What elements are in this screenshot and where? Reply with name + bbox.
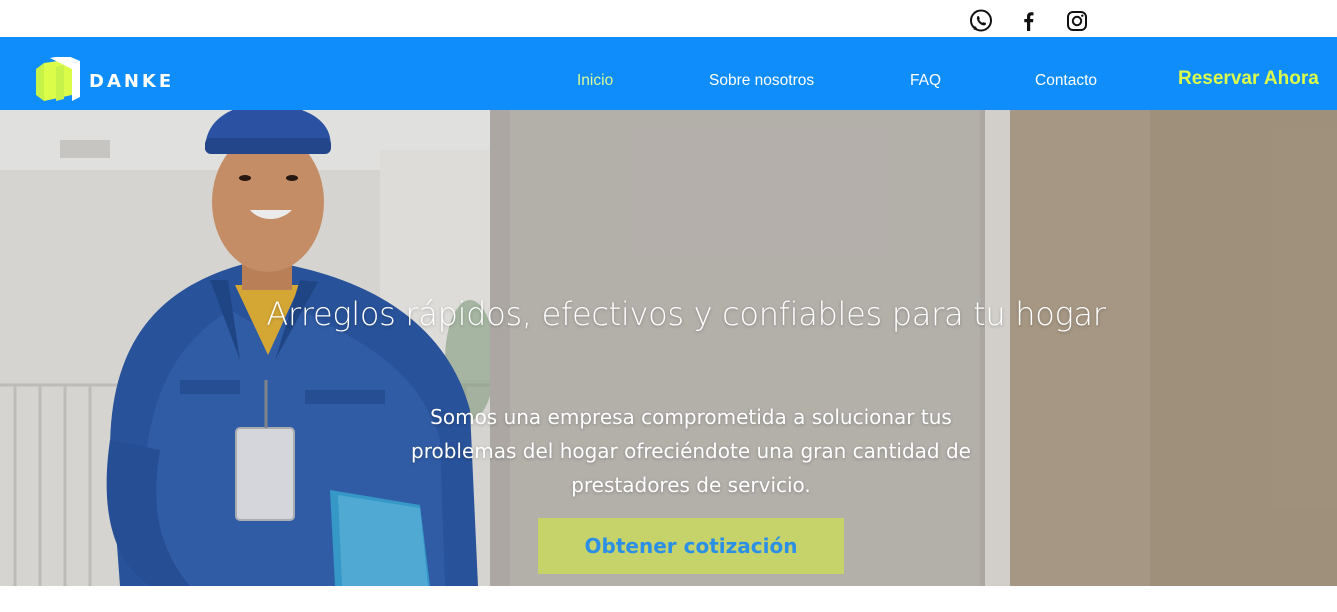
hero-overlay [0, 110, 1337, 586]
nav-item-contacto[interactable]: Contacto [1035, 72, 1097, 90]
nav-item-sobre-nosotros[interactable]: Sobre nosotros [709, 72, 814, 90]
logo-mark-icon [36, 57, 80, 101]
instagram-icon[interactable] [1065, 9, 1089, 33]
facebook-icon[interactable] [1017, 9, 1041, 33]
logo-text: DANKE [89, 71, 175, 92]
reserve-now-button[interactable]: Reservar Ahora [1178, 68, 1319, 90]
page-bottom-strip [0, 586, 1337, 612]
hero-subtitle: Somos una empresa comprometida a solucio… [411, 405, 971, 497]
get-quote-button[interactable]: Obtener cotización [538, 518, 844, 574]
social-bar [0, 0, 1337, 37]
hero-title: Arreglos rápidos, efectivos y confiables… [266, 295, 1106, 334]
nav-item-faq[interactable]: FAQ [910, 72, 941, 90]
nav-item-inicio[interactable]: Inicio [577, 72, 613, 90]
whatsapp-icon[interactable] [969, 9, 993, 33]
site-header: DANKE Inicio Sobre nosotros FAQ Contacto… [0, 37, 1337, 110]
hero-section: Arreglos rápidos, efectivos y confiables… [0, 110, 1337, 586]
